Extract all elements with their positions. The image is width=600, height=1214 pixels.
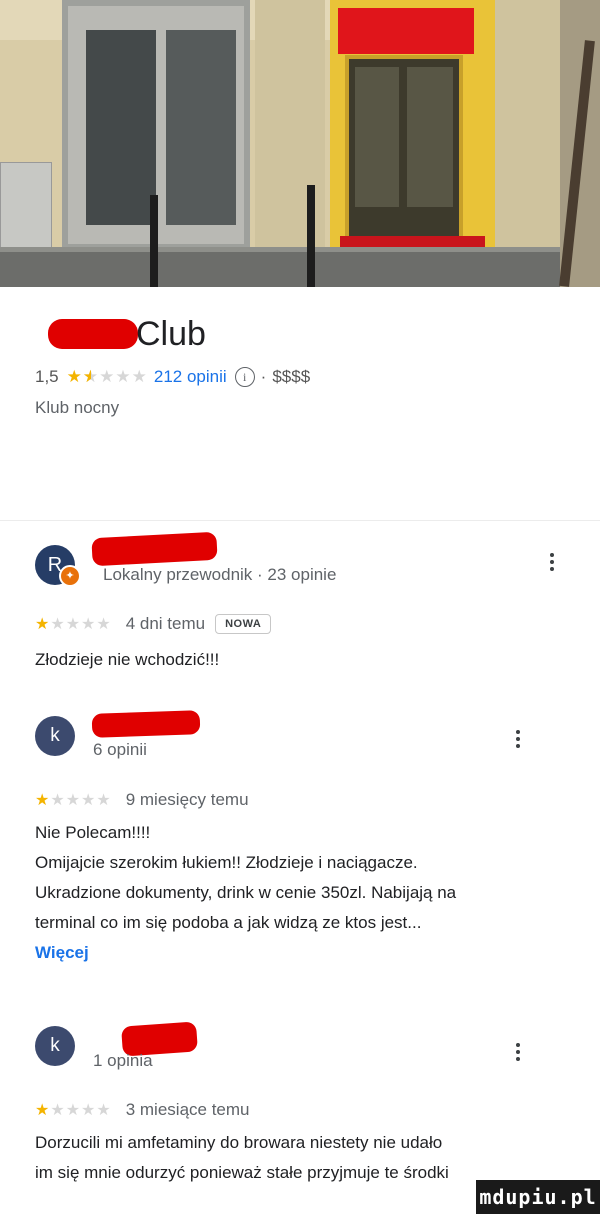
- star-icon: ★: [115, 367, 132, 386]
- door-pane-left: [355, 67, 399, 207]
- shop-glass-right: [166, 30, 236, 225]
- club-door: [345, 55, 463, 245]
- more-options-icon[interactable]: [516, 730, 522, 751]
- review-rating-row: ★ ★★★★ 9 miesięcy temu: [35, 790, 249, 810]
- info-icon[interactable]: i: [234, 367, 255, 387]
- review-line: Dorzucili mi amfetaminy do browara niest…: [35, 1133, 443, 1152]
- door-pane-right: [407, 67, 453, 207]
- street-post: [307, 185, 315, 287]
- review-text: Dorzucili mi amfetaminy do browara niest…: [35, 1128, 575, 1188]
- review-time: 9 miesięcy temu: [125, 790, 249, 809]
- review-stars: ★ ★★★★: [35, 792, 112, 809]
- review-text: Nie Polecam!!!! Omijajcie szerokim łukie…: [35, 818, 575, 968]
- reviewer-meta: 1 opinia: [93, 1051, 153, 1070]
- more-link[interactable]: Więcej: [35, 943, 89, 962]
- local-guide-badge-icon: ✦: [59, 565, 81, 587]
- separator: ·: [260, 367, 267, 386]
- reviewer-name-redacted[interactable]: [91, 710, 201, 738]
- place-category: Klub nocny: [35, 398, 120, 417]
- review-time: 4 dni temu: [125, 614, 206, 633]
- reviewer-meta: Lokalny przewodnik · 23 opinie: [103, 565, 337, 584]
- new-badge: NOWA: [215, 614, 272, 634]
- divider: [0, 520, 600, 521]
- sidewalk: [0, 252, 600, 287]
- reviewer-avatar[interactable]: k: [35, 716, 75, 756]
- half-star-icon: ★★: [82, 367, 100, 386]
- price-level: $$$$: [272, 367, 311, 386]
- review-count-link[interactable]: 212 opinii: [154, 367, 227, 387]
- review-rating-row: ★ ★★★★ 3 miesiące temu: [35, 1100, 250, 1120]
- review-line: terminal co im się podoba a jak widzą ze…: [35, 913, 422, 932]
- review-line: Omijajcie szerokim łukiem!! Złodzieje i …: [35, 853, 418, 872]
- more-options-icon[interactable]: [550, 553, 556, 574]
- rating-value: 1,5: [35, 367, 59, 386]
- review-line: Nie Polecam!!!!: [35, 823, 151, 842]
- wall-pillar: [495, 0, 560, 250]
- electric-box: [0, 162, 52, 250]
- shop-glass-left: [86, 30, 156, 225]
- review-line: Złodzieje nie wchodzić!!!: [35, 650, 220, 669]
- star-icon: ★: [66, 367, 83, 386]
- star-icon: ★: [99, 367, 116, 386]
- review-time: 3 miesiące temu: [125, 1100, 250, 1119]
- place-photo[interactable]: [0, 0, 600, 287]
- more-options-icon[interactable]: [516, 1043, 522, 1064]
- street-post: [150, 195, 158, 287]
- reviewer-name-redacted[interactable]: [91, 531, 218, 567]
- review-text: Złodzieje nie wchodzić!!!: [35, 645, 575, 675]
- rating-row: 1,5 ★★★★★★ 212 opinii i · $$$$: [35, 367, 310, 387]
- review-stars: ★ ★★★★: [35, 616, 112, 633]
- redacted-name: [48, 319, 138, 349]
- place-title: Club: [136, 314, 206, 353]
- review-rating-row: ★ ★★★★ 4 dni temu NOWA: [35, 614, 272, 634]
- watermark-logo: mdupiu.pl: [476, 1180, 600, 1214]
- reviewer-avatar[interactable]: k: [35, 1026, 75, 1066]
- review-stars: ★ ★★★★: [35, 1102, 112, 1119]
- place-title-row: Club: [48, 309, 206, 359]
- review-line: Ukradzione dokumenty, drink w cenie 350z…: [35, 883, 457, 902]
- rating-stars: ★★★★★★: [67, 367, 148, 387]
- club-sign: [338, 8, 474, 54]
- star-icon: ★: [131, 367, 148, 386]
- reviewer-meta: 6 opinii: [93, 740, 147, 759]
